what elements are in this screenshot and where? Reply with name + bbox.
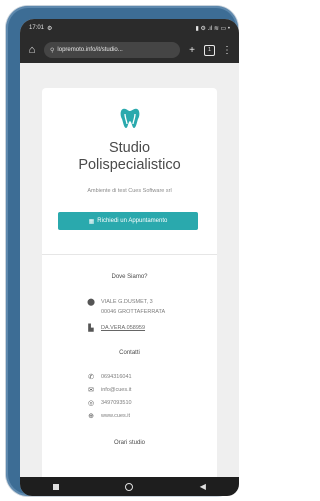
title-line-1: Studio — [108, 140, 151, 156]
divider — [42, 254, 217, 255]
web-page: Studio Polispecialistico Ambiente di tes… — [20, 63, 239, 488]
status-bar: 17:01 ⚙ ▮ ⚙ .ıl ≋ ▭ • — [20, 19, 239, 37]
recents-button-icon[interactable] — [53, 483, 60, 490]
where-heading: Dove Siamo? — [111, 274, 148, 280]
site-info-icon[interactable]: ⚲ — [50, 47, 54, 54]
android-nav-bar: ◀ — [20, 477, 239, 496]
home-icon[interactable]: ⌂ — [26, 44, 38, 56]
browser-toolbar: ⌂ ⚲ lopremoto.info/it/studio... + 1 ⋮ — [20, 37, 239, 63]
building-icon: ▙ — [88, 325, 94, 332]
page-title: Studio Polispecialistico — [42, 140, 217, 174]
address-line-1: VIALE G.DUSMET, 3 — [101, 299, 153, 305]
book-appointment-label: Richiedi un Appuntamento — [97, 218, 168, 224]
tab-switcher-button[interactable]: 1 — [204, 44, 215, 56]
whatsapp-number[interactable]: 3497093510 — [101, 400, 132, 406]
address-bar[interactable]: ⚲ lopremoto.info/it/studio... — [44, 42, 180, 58]
tab-count: 1 — [208, 47, 211, 53]
page-subtitle: Ambiente di test Cues Software srl — [87, 188, 172, 194]
book-appointment-button[interactable]: ▦ Richiedi un Appuntamento — [58, 212, 198, 230]
email-row[interactable]: ✉ info@cues.it — [87, 386, 131, 394]
back-button-icon[interactable]: ◀ — [200, 482, 206, 491]
home-button-icon[interactable] — [125, 482, 134, 491]
address-line-2: 00046 GROTTAFERRATA — [101, 309, 166, 315]
settings-gear-icon: ⚙ — [47, 25, 53, 32]
website-row[interactable]: ⊕ www.cues.it — [87, 412, 130, 420]
globe-icon: ⊕ — [88, 413, 94, 420]
tooth-logo-icon — [120, 108, 140, 128]
phone-row[interactable]: ✆ 0694316041 — [87, 373, 132, 381]
phone-frame: 17:01 ⚙ ▮ ⚙ .ıl ≋ ▭ • ⌂ ⚲ lopremoto.info… — [6, 6, 239, 496]
envelope-icon: ✉ — [88, 387, 94, 394]
map-pin-icon: ⬤ — [87, 299, 95, 306]
status-time: 17:01 — [29, 25, 45, 31]
phone-icon: ✆ — [88, 374, 94, 381]
email-address[interactable]: info@cues.it — [101, 387, 131, 393]
address-row: ⬤ VIALE G.DUSMET, 3 — [87, 298, 153, 306]
title-line-2: Polispecialistico — [78, 157, 181, 173]
whatsapp-row[interactable]: ◎ 3497093510 — [87, 399, 132, 407]
hours-heading: Orari studio — [113, 440, 145, 446]
vat-row: ▙ DA.VERA.058959 — [87, 324, 145, 332]
whatsapp-icon: ◎ — [87, 400, 95, 407]
contacts-heading: Contatti — [119, 350, 140, 356]
info-card: Studio Polispecialistico Ambiente di tes… — [42, 88, 217, 488]
vat-link[interactable]: DA.VERA.058959 — [101, 325, 145, 331]
calendar-icon: ▦ — [88, 218, 95, 225]
url-text: lopremoto.info/it/studio... — [57, 47, 123, 53]
more-menu-icon[interactable]: ⋮ — [221, 45, 233, 56]
website-url[interactable]: www.cues.it — [101, 413, 130, 419]
status-icons: ▮ ⚙ .ıl ≋ ▭ • — [195, 25, 230, 32]
phone-screen: 17:01 ⚙ ▮ ⚙ .ıl ≋ ▭ • ⌂ ⚲ lopremoto.info… — [20, 19, 239, 496]
phone-number[interactable]: 0694316041 — [101, 374, 132, 380]
new-tab-icon[interactable]: + — [186, 45, 198, 56]
